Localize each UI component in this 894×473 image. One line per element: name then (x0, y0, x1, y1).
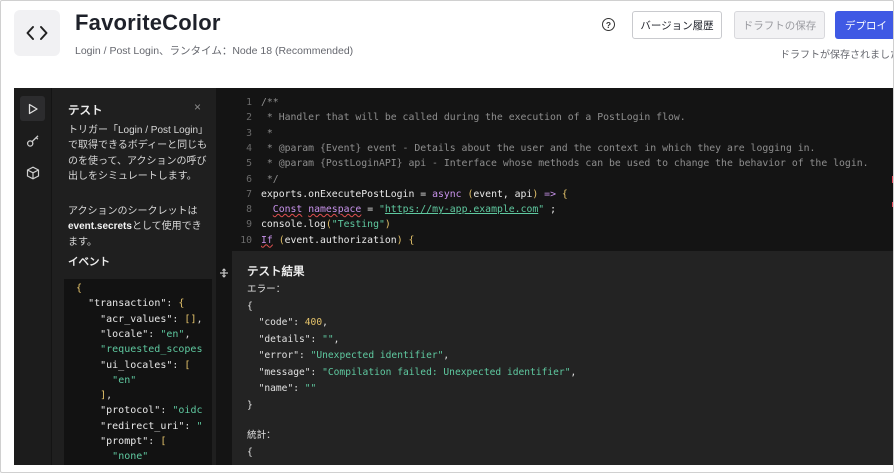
payload-line: "none" (112, 451, 149, 463)
secrets-note-prefix: アクションのシークレットは (68, 206, 198, 217)
stats-label: 統計： (247, 430, 276, 441)
line-number: 2 (246, 112, 252, 124)
editor-workspace: テスト × トリガー「Login / Post Login」で取得できるボディー… (14, 88, 893, 465)
save-draft-button[interactable]: ドラフトの保存 (734, 11, 825, 39)
line-number: 10 (240, 234, 252, 246)
result-key: "message" (258, 366, 311, 378)
draft-saved-status: ドラフトが保存されました (780, 50, 894, 61)
code-text: exports.onExecutePostLogin = async (even… (261, 188, 568, 200)
cube-icon (26, 166, 39, 179)
action-title: FavoriteColor (75, 10, 221, 35)
code-text: console.log("Testing") (261, 219, 391, 231)
actions-editor-window: FavoriteColor Login / Post Login、ランタイム：N… (0, 0, 894, 473)
result-key: "details" (258, 333, 311, 345)
payload-line: { (76, 283, 83, 294)
line-number: 8 (246, 204, 252, 216)
line-number: 7 (246, 188, 252, 200)
code-text: * (261, 127, 273, 139)
result-value: "Unexpected identifier" (310, 350, 444, 361)
line-number: 6 (246, 173, 252, 185)
line-number: 1 (246, 97, 252, 108)
code-text: * @param {Event} event - Details about t… (261, 142, 816, 154)
code-text: */ (261, 173, 279, 185)
payload-line: "prompt": [ (100, 436, 167, 447)
test-tool-button[interactable] (20, 96, 45, 121)
result-field: "name": "" (258, 383, 317, 394)
line-number: 9 (246, 219, 252, 231)
line-number: 5 (246, 158, 252, 170)
result-brace: } (247, 399, 253, 411)
secrets-tool-button[interactable] (20, 128, 45, 153)
result-value: 400 (304, 317, 323, 328)
drag-handle-icon[interactable] (219, 268, 229, 281)
action-subtitle: Login / Post Login、ランタイム：Node 18 (Recomm… (75, 45, 354, 57)
result-value: "" (322, 333, 334, 345)
result-field: "details": "", (258, 333, 340, 345)
result-brace: { (247, 300, 253, 312)
result-key: "error" (258, 350, 299, 361)
line-number: 3 (246, 127, 252, 139)
payload-line: "redirect_uri": " (100, 420, 203, 432)
result-key: "code" (258, 317, 294, 328)
test-panel-description: トリガー「Login / Post Login」で取得できるボディーと同じものを… (68, 125, 209, 182)
line-number: 4 (246, 142, 252, 154)
tool-rail (14, 88, 51, 465)
code-editor[interactable]: 1 /** 2 * Handler that will be called duri… (232, 88, 893, 251)
event-payload-editor[interactable]: { "transaction": { "acr_values": [], "lo… (64, 279, 212, 465)
payload-line: "requested_scopes (100, 344, 203, 356)
test-panel: テスト × トリガー「Login / Post Login」で取得できるボディー… (52, 88, 253, 465)
code-text: Const namespace = "https://my-app.exampl… (272, 204, 556, 216)
key-icon (26, 134, 38, 147)
result-field: "error": "Unexpected identifier", (258, 350, 450, 361)
payload-line: "locale": "en", (100, 328, 191, 340)
result-field: "message": "Compilation failed: Unexpect… (258, 366, 577, 378)
events-label: イベント (68, 256, 110, 268)
version-history-button[interactable]: バージョン履歴 (632, 11, 722, 39)
test-results-panel: テスト結果 エラー：{ "code": 400, "details": "", … (232, 251, 893, 465)
play-icon (28, 103, 38, 114)
result-key: "name" (258, 383, 294, 394)
close-icon[interactable]: × (194, 100, 201, 114)
result-value: "" (304, 383, 317, 394)
dependencies-tool-button[interactable] (20, 160, 45, 185)
payload-line: "transaction": { (88, 298, 185, 310)
payload-line: "en" (112, 374, 137, 386)
error-label: エラー： (247, 284, 286, 295)
test-panel-title: テスト (68, 105, 103, 117)
payload-line: "ui_locales": [ (100, 359, 191, 371)
secrets-code: event.secrets (68, 221, 132, 233)
code-text: * @param {PostLoginAPI} api - Interface … (261, 158, 869, 170)
code-text: /** (261, 97, 279, 108)
payload-line: "protocol": "oidc (100, 405, 203, 417)
code-text: * Handler that will be called during the… (261, 112, 686, 124)
result-value: "Compilation failed: Unexpected identifi… (322, 366, 571, 378)
result-field: "code": 400, (258, 317, 328, 328)
code-text: If (event.authorization) { (261, 234, 415, 246)
deploy-button[interactable]: デプロイ (835, 11, 893, 39)
payload-line: "acr_values": [], (100, 313, 203, 325)
help-icon[interactable]: ? (602, 18, 615, 31)
test-results-title: テスト結果 (247, 266, 305, 278)
code-brackets-icon (14, 10, 60, 56)
secrets-note: アクションのシークレットはevent.secretsとして使用できます。 (68, 204, 210, 250)
result-brace: { (247, 446, 253, 458)
payload-line: ], (100, 390, 113, 402)
